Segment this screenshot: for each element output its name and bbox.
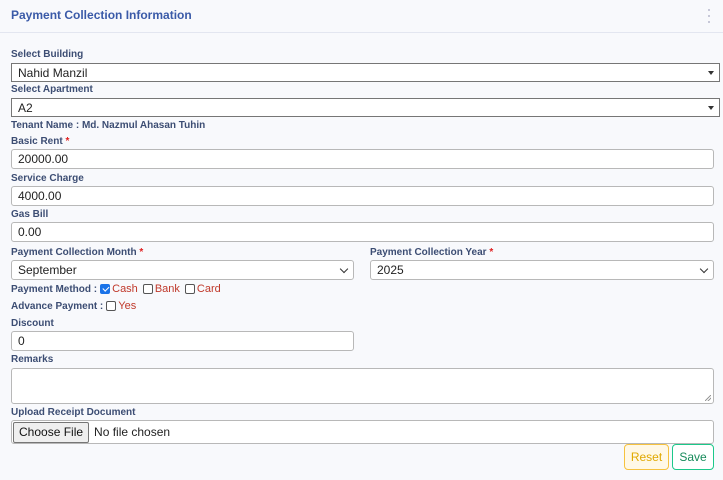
building-select[interactable]: Nahid Manzil: [11, 63, 720, 82]
resize-handle-icon[interactable]: [705, 395, 711, 401]
card-label: Card: [196, 283, 221, 295]
upload-input[interactable]: Choose File No file chosen: [11, 420, 714, 444]
page-title: Payment Collection Information: [11, 8, 192, 22]
payment-method-label: Payment Method :: [11, 283, 98, 295]
month-select-value: September: [18, 263, 77, 277]
gas-bill-label: Gas Bill: [11, 209, 49, 220]
month-select[interactable]: September: [11, 260, 354, 280]
more-options-icon[interactable]: [707, 9, 711, 23]
required-marker: *: [139, 247, 144, 258]
year-select[interactable]: 2025: [370, 260, 714, 280]
dropdown-arrow-icon: [708, 70, 714, 75]
card-checkbox[interactable]: [184, 284, 195, 294]
service-charge-input[interactable]: 4000.00: [11, 186, 714, 206]
required-marker: *: [65, 136, 70, 147]
reset-button[interactable]: Reset: [624, 444, 669, 470]
cash-checkbox[interactable]: [100, 284, 111, 294]
choose-file-button[interactable]: Choose File: [13, 421, 90, 443]
cash-label: Cash: [112, 283, 138, 295]
basic-rent-input[interactable]: 20000.00: [11, 149, 714, 169]
month-label: Payment Collection Month *: [11, 247, 144, 258]
apartment-select[interactable]: A2: [11, 98, 720, 117]
advance-payment-row: Advance Payment : Yes: [11, 299, 138, 313]
payment-method-row: Payment Method : Cash Bank Card: [11, 282, 223, 296]
save-button[interactable]: Save: [672, 444, 714, 470]
building-label: Select Building: [11, 49, 84, 60]
advance-payment-checkbox[interactable]: [106, 301, 117, 311]
advance-payment-yes-label: Yes: [118, 300, 137, 312]
chevron-down-icon: [699, 264, 709, 274]
upload-label: Upload Receipt Document: [11, 407, 136, 418]
advance-payment-label: Advance Payment :: [11, 300, 104, 312]
bank-checkbox[interactable]: [142, 284, 153, 294]
basic-rent-label: Basic Rent *: [11, 136, 70, 147]
discount-input[interactable]: 0: [11, 331, 354, 351]
year-label: Payment Collection Year *: [370, 247, 494, 258]
apartment-label: Select Apartment: [11, 84, 93, 95]
discount-label: Discount: [11, 318, 54, 329]
card-header: Payment Collection Information: [0, 0, 723, 33]
file-status: No file chosen: [94, 425, 171, 439]
year-select-value: 2025: [377, 263, 404, 277]
service-charge-label: Service Charge: [11, 173, 84, 184]
apartment-select-value: A2: [18, 100, 33, 115]
gas-bill-input[interactable]: 0.00: [11, 222, 714, 242]
required-marker: *: [489, 247, 494, 258]
bank-label: Bank: [154, 283, 180, 295]
tenant-name: Tenant Name : Md. Nazmul Ahasan Tuhin: [11, 120, 206, 131]
dropdown-arrow-icon: [708, 105, 714, 110]
chevron-down-icon: [339, 264, 349, 274]
building-select-value: Nahid Manzil: [18, 65, 88, 80]
remarks-textarea[interactable]: [11, 368, 714, 404]
remarks-label: Remarks: [11, 354, 54, 365]
